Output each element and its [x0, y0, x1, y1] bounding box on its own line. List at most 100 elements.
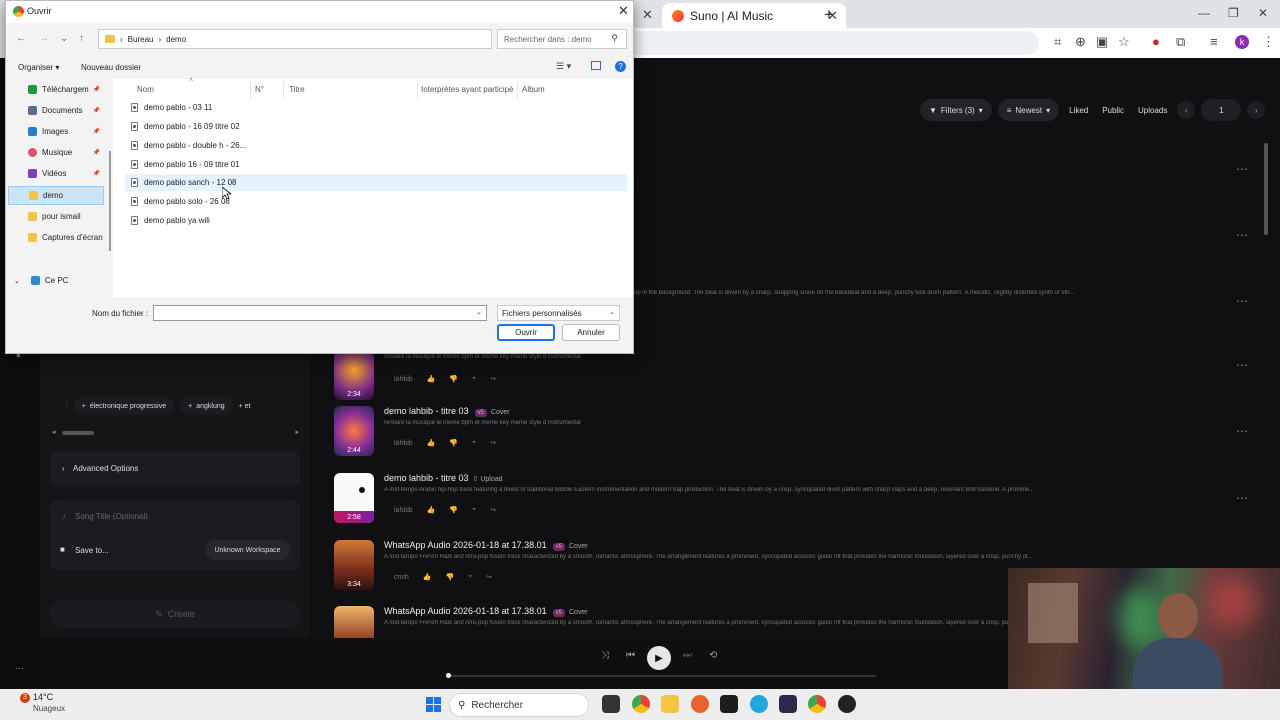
- page-number[interactable]: 1: [1201, 99, 1242, 121]
- recent-chevron-icon[interactable]: ⌄: [60, 33, 68, 44]
- song-more-icon[interactable]: ⋯: [1236, 162, 1249, 176]
- bookmark-star-icon[interactable]: ☆: [1118, 34, 1130, 50]
- like-icon[interactable]: 👍: [427, 439, 436, 447]
- style-chip[interactable]: + et: [239, 403, 251, 410]
- song-more-icon[interactable]: ⋯: [1236, 491, 1249, 505]
- song-more-icon[interactable]: ⋯: [1236, 358, 1249, 372]
- uploads-filter[interactable]: Uploads: [1134, 99, 1171, 121]
- nav-item-demo[interactable]: demo: [8, 186, 104, 205]
- nav-item-documents[interactable]: Documents 📌: [8, 101, 104, 120]
- pin-icon[interactable]: ⌖: [468, 573, 472, 581]
- translate-icon[interactable]: ⌗: [1054, 34, 1061, 50]
- column-header-number[interactable]: N°: [255, 85, 264, 94]
- song-item[interactable]: 2:34 rentaire la musique le meme bpm et …: [334, 350, 1234, 404]
- like-icon[interactable]: 👍: [427, 375, 436, 383]
- progress-bar[interactable]: [446, 673, 876, 678]
- share-icon[interactable]: ↪: [486, 573, 492, 581]
- liked-filter[interactable]: Liked: [1065, 99, 1092, 121]
- file-item[interactable]: demo pablo 16 - 09 titre 01: [125, 156, 627, 173]
- song-title[interactable]: demo lahbib - titre 03: [384, 473, 469, 483]
- more-icon[interactable]: ⋯: [15, 663, 24, 674]
- shuffle-icon[interactable]: ⤨: [601, 650, 609, 661]
- column-header-album[interactable]: Album: [522, 85, 545, 94]
- file-item[interactable]: demo pablo ya wili: [125, 212, 627, 229]
- weather-desc[interactable]: Nuageux: [33, 704, 65, 713]
- edge-icon[interactable]: [750, 695, 768, 713]
- forward-icon[interactable]: →: [39, 33, 49, 44]
- address-bar[interactable]: › Bureau › demo ⌄ ↻: [98, 29, 569, 49]
- close-window-icon[interactable]: ✕: [1258, 6, 1268, 20]
- song-more-icon[interactable]: ⋯: [1236, 228, 1249, 242]
- app-icon[interactable]: [691, 695, 709, 713]
- minimize-icon[interactable]: —: [1198, 6, 1210, 20]
- song-item[interactable]: 2:44 demo lahbib - titre 03 v5 Cover renta…: [334, 406, 1234, 460]
- song-cover[interactable]: 3:34: [334, 540, 374, 590]
- filters-button[interactable]: ▼ Filters (3) ▾: [920, 99, 992, 121]
- scroll-right-icon[interactable]: ▸: [295, 428, 299, 436]
- vscode-icon[interactable]: [779, 695, 797, 713]
- help-icon[interactable]: ?: [615, 61, 626, 72]
- song-cover[interactable]: [334, 606, 374, 638]
- file-item[interactable]: demo pablo solo - 26 08: [125, 193, 627, 210]
- song-cover[interactable]: 2:34: [334, 350, 374, 400]
- profile-avatar[interactable]: k: [1235, 35, 1249, 49]
- user-name[interactable]: crish: [394, 574, 409, 581]
- repeat-icon[interactable]: ⟲: [709, 650, 717, 661]
- share-icon[interactable]: ↪: [490, 439, 496, 447]
- new-tab-icon[interactable]: +: [824, 5, 834, 25]
- breadcrumb-folder[interactable]: demo: [166, 35, 186, 44]
- column-header-artists[interactable]: Interprètes ayant participé: [421, 85, 514, 94]
- scroll-thumb[interactable]: [62, 431, 94, 435]
- breadcrumb-root[interactable]: Bureau: [128, 35, 154, 44]
- nav-item-images[interactable]: Images 📌: [8, 122, 104, 141]
- user-name[interactable]: lahbib: [394, 507, 413, 514]
- song-item[interactable]: 2:58 demo lahbib - titre 03 ⇧ Upload A mi…: [334, 473, 1234, 527]
- style-chip[interactable]: + angklung: [180, 397, 233, 415]
- close-icon[interactable]: ✕: [618, 3, 629, 19]
- sort-button[interactable]: ≡ Newest ▾: [997, 99, 1060, 121]
- public-filter[interactable]: Public: [1098, 99, 1128, 121]
- filename-input[interactable]: ⌄: [153, 305, 487, 321]
- file-item[interactable]: demo pablo - 03 11: [125, 99, 627, 116]
- organize-button[interactable]: Organiser ▾: [18, 63, 59, 72]
- share-icon[interactable]: ↪: [490, 506, 496, 514]
- menu-icon[interactable]: ⋮: [1262, 34, 1275, 50]
- prev-page-button[interactable]: ‹: [1177, 101, 1196, 119]
- style-chip[interactable]: + électronique progressive: [73, 397, 175, 415]
- media-icon[interactable]: ≡: [1210, 34, 1218, 49]
- like-icon[interactable]: 👍: [427, 506, 436, 514]
- file-explorer-icon[interactable]: [661, 695, 679, 713]
- file-item[interactable]: demo pablo - double h - 26...: [125, 137, 627, 154]
- open-button[interactable]: Ouvrir: [497, 324, 555, 341]
- song-more-icon[interactable]: ⋯: [1236, 294, 1249, 308]
- nav-pane-scrollbar[interactable]: [109, 151, 111, 251]
- previous-icon[interactable]: ⏮: [626, 650, 635, 661]
- zoom-icon[interactable]: ⊕: [1075, 34, 1086, 50]
- chrome-icon[interactable]: [632, 695, 650, 713]
- chevron-down-icon[interactable]: ⌄: [476, 308, 482, 316]
- weather-temp[interactable]: 14°C: [33, 692, 53, 702]
- chrome-profile-icon[interactable]: [808, 695, 826, 713]
- column-header-name[interactable]: Nom: [137, 85, 154, 94]
- pin-icon[interactable]: ⌖: [472, 506, 476, 514]
- song-title-input[interactable]: Song Title (Optional): [75, 512, 148, 521]
- taskbar-search[interactable]: ⚲ Rechercher: [449, 693, 589, 717]
- create-button[interactable]: ✎ Create: [50, 600, 300, 628]
- song-title[interactable]: WhatsApp Audio 2026-01-18 at 17.38.01: [384, 606, 547, 616]
- nav-item-captures[interactable]: Captures d'écran: [8, 228, 104, 247]
- preview-pane-icon[interactable]: [591, 61, 601, 70]
- file-item[interactable]: demo pablo - 16 09 titre 02: [125, 118, 627, 135]
- song-title[interactable]: WhatsApp Audio 2026-01-18 at 17.38.01: [384, 540, 547, 550]
- next-page-button[interactable]: ›: [1247, 101, 1266, 119]
- extension-icon[interactable]: ●: [1152, 34, 1160, 49]
- song-more-icon[interactable]: ⋯: [1236, 424, 1249, 438]
- play-button[interactable]: ▶: [647, 646, 671, 670]
- new-folder-button[interactable]: Nouveau dossier: [81, 63, 141, 72]
- dislike-icon[interactable]: 👎: [446, 573, 455, 581]
- workspace-select[interactable]: Unknown Workspace: [205, 540, 290, 560]
- progress-knob[interactable]: [446, 673, 451, 678]
- filetype-select[interactable]: Fichiers personnalisés ⌄: [497, 305, 620, 321]
- address-bar[interactable]: [634, 31, 1039, 55]
- file-item[interactable]: demo pablo sanch - 12 08: [125, 174, 627, 191]
- screenshot-icon[interactable]: ▣: [1096, 34, 1108, 50]
